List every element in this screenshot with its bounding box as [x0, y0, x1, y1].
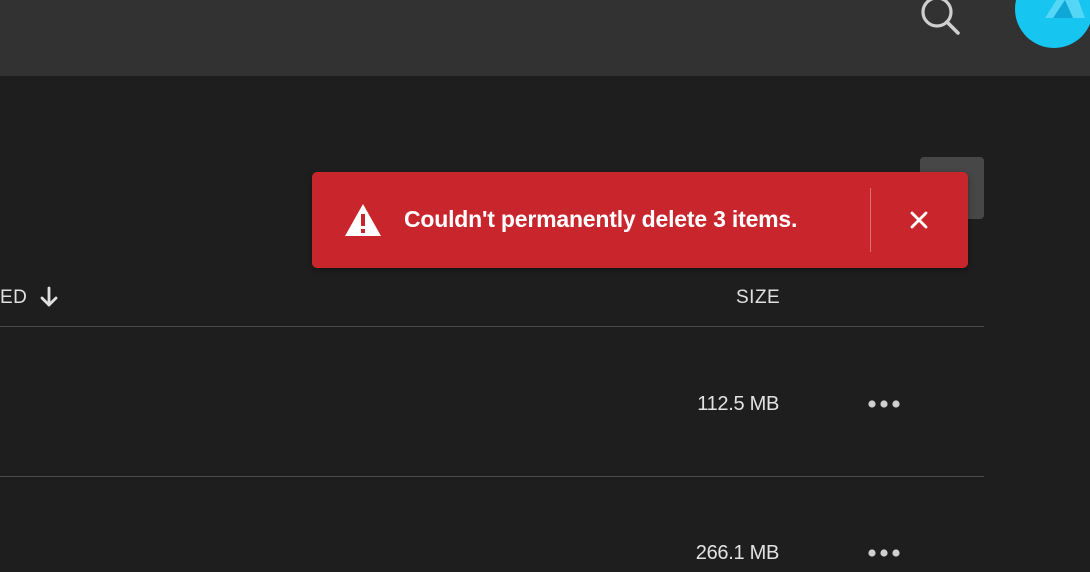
sort-button[interactable]	[38, 285, 60, 309]
toast-message: Couldn't permanently delete 3 items.	[404, 206, 798, 232]
row-divider	[0, 476, 984, 477]
error-toast: Couldn't permanently delete 3 items.	[312, 172, 968, 268]
search-icon	[921, 0, 960, 35]
avatar-logo-icon	[1045, 0, 1085, 18]
file-size: 112.5 MB	[697, 393, 779, 415]
file-size: 266.1 MB	[695, 542, 780, 564]
table-header-divider	[0, 326, 984, 327]
search-button[interactable]	[912, 0, 968, 42]
more-actions-button[interactable]	[862, 541, 906, 565]
top-bar	[0, 0, 1090, 76]
more-icon	[868, 400, 900, 408]
toast-close-button[interactable]	[900, 202, 938, 238]
toast-divider	[870, 188, 871, 252]
more-actions-button[interactable]	[862, 392, 906, 416]
warning-icon	[345, 204, 381, 236]
close-icon	[910, 211, 928, 229]
more-icon	[868, 549, 900, 557]
arrow-down-icon	[40, 286, 58, 307]
column-header-size[interactable]: SIZE	[736, 287, 780, 309]
column-header-modified[interactable]: ED	[0, 287, 27, 309]
avatar[interactable]	[1015, 0, 1090, 48]
